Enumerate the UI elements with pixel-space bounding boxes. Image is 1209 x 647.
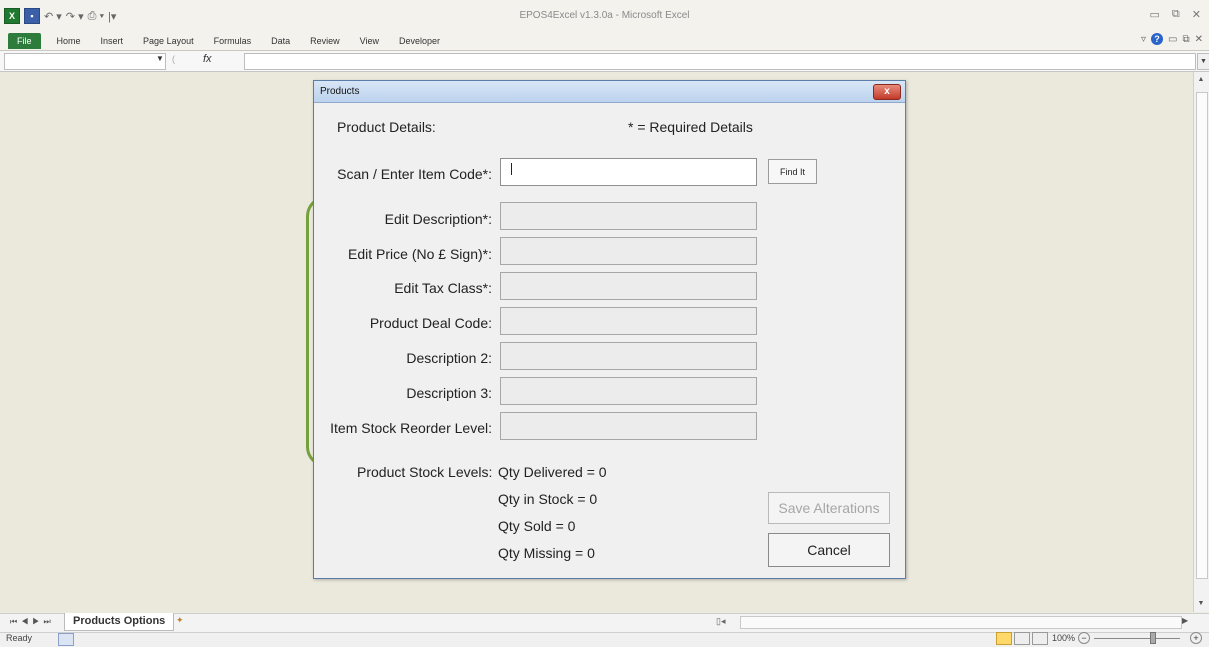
view-buttons (996, 632, 1048, 645)
qty-sold: Qty Sold = 0 (498, 518, 576, 534)
required-note: * = Required Details (628, 119, 753, 135)
edit-description-label: Edit Description*: (384, 211, 492, 227)
qty-in-stock: Qty in Stock = 0 (498, 491, 598, 507)
description-3-label: Description 3: (406, 385, 492, 401)
item-stock-reorder-level-input[interactable] (500, 412, 757, 440)
zoom-level[interactable]: 100% (1052, 633, 1075, 643)
vertical-scrollbar[interactable]: ▲ ▼ (1193, 72, 1209, 612)
formula-input[interactable] (244, 53, 1196, 70)
workbook-minimize-icon[interactable]: ▭ (1168, 34, 1177, 45)
save-alterations-button[interactable]: Save Alterations (768, 492, 890, 524)
minimize-icon[interactable]: ▭ (1150, 8, 1160, 21)
page-break-view-icon[interactable] (1032, 632, 1048, 645)
description-2-label: Description 2: (406, 350, 492, 366)
description-2-input[interactable] (500, 342, 757, 370)
zoom-slider[interactable] (1094, 638, 1180, 639)
scroll-right-icon[interactable]: ▶ (1182, 616, 1188, 625)
item-stock-reorder-level-label: Item Stock Reorder Level: (330, 420, 492, 436)
status-ready: Ready (6, 633, 33, 643)
edit-description-input[interactable] (500, 202, 757, 230)
tab-review[interactable]: Review (300, 33, 350, 49)
tab-home[interactable]: Home (47, 33, 91, 49)
tab-developer[interactable]: Developer (389, 33, 450, 49)
description-3-input[interactable] (500, 377, 757, 405)
product-deal-code-label: Product Deal Code: (369, 315, 492, 331)
window-controls: ▭ ⧉ ✕ (1150, 8, 1201, 21)
text-caret (511, 163, 512, 175)
expand-formula-bar-icon[interactable]: ▼ (1197, 53, 1209, 70)
tab-formulas[interactable]: Formulas (204, 33, 262, 49)
vertical-scroll-thumb[interactable] (1196, 92, 1208, 579)
close-window-icon[interactable]: ✕ (1192, 8, 1201, 21)
tab-page-layout[interactable]: Page Layout (133, 33, 204, 49)
edit-tax-class-input[interactable] (500, 272, 757, 300)
zoom-out-icon[interactable]: − (1078, 632, 1090, 644)
cancel-button[interactable]: Cancel (768, 533, 890, 567)
help-icon[interactable]: ? (1151, 33, 1164, 45)
product-stock-levels-label: Product Stock Levels: (357, 464, 493, 480)
dialog-title: Products (320, 86, 360, 97)
sheet-tab-products-options[interactable]: Products Options (64, 613, 175, 631)
edit-tax-class-label: Edit Tax Class*: (394, 280, 492, 296)
formula-separator-icon: ( (172, 54, 175, 64)
ribbon-tabs: File Home Insert Page Layout Formulas Da… (8, 33, 450, 49)
workbook-restore-icon[interactable]: ⧉ (1182, 34, 1189, 45)
item-code-label: Scan / Enter Item Code*: (337, 166, 492, 182)
collapse-ribbon-icon[interactable]: ▿ (1141, 34, 1146, 45)
normal-view-icon[interactable] (996, 632, 1012, 645)
insert-sheet-icon[interactable]: ✦ (176, 615, 184, 626)
horizontal-scrollbar[interactable] (740, 616, 1182, 629)
scroll-up-icon[interactable]: ▲ (1195, 74, 1207, 86)
zoom-in-icon[interactable]: + (1190, 632, 1202, 644)
dialog-close-button[interactable]: x (873, 84, 901, 100)
workbook-close-icon[interactable]: ✕ (1195, 34, 1203, 45)
window-title: EPOS4Excel v1.3.0a - Microsoft Excel (519, 10, 690, 21)
product-deal-code-input[interactable] (500, 307, 757, 335)
name-box-dropdown-icon[interactable]: ▼ (156, 54, 164, 63)
sheet-nav-buttons[interactable]: ⏮◀▶⏭ (10, 617, 55, 627)
ribbon-right-controls: ▿ ? ▭ ⧉ ✕ (1141, 33, 1203, 45)
tab-file[interactable]: File (8, 33, 41, 49)
qty-delivered: Qty Delivered = 0 (498, 464, 607, 480)
edit-price-input[interactable] (500, 237, 757, 265)
tab-data[interactable]: Data (261, 33, 300, 49)
insert-function-button[interactable]: fx (203, 53, 212, 65)
macro-record-icon[interactable] (58, 633, 74, 646)
qty-missing: Qty Missing = 0 (498, 545, 595, 561)
restore-icon[interactable]: ⧉ (1172, 8, 1180, 21)
page-layout-view-icon[interactable] (1014, 632, 1030, 645)
edit-price-label: Edit Price (No £ Sign)*: (348, 246, 492, 262)
find-it-button[interactable]: Find It (768, 159, 817, 184)
scroll-down-icon[interactable]: ▼ (1195, 598, 1207, 610)
zoom-slider-thumb[interactable] (1150, 632, 1156, 644)
dialog-title-bar[interactable]: Products x (314, 81, 905, 103)
products-dialog: Products x Product Details: * = Required… (313, 80, 906, 579)
tab-split-icon[interactable]: ▯◂ (716, 616, 725, 627)
name-box[interactable] (4, 53, 166, 70)
section-title: Product Details: (337, 119, 436, 135)
item-code-input[interactable] (500, 158, 757, 186)
tab-view[interactable]: View (350, 33, 389, 49)
tab-insert[interactable]: Insert (91, 33, 134, 49)
